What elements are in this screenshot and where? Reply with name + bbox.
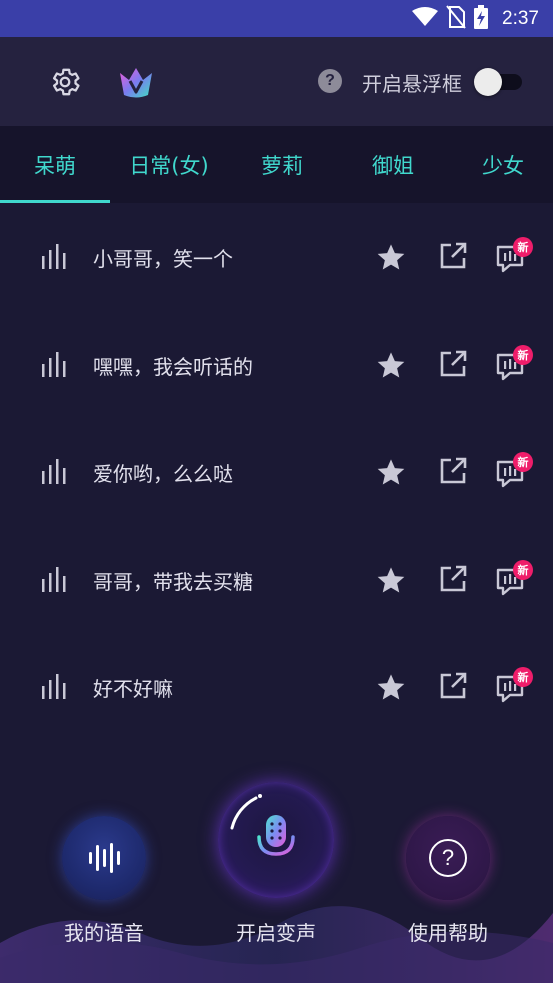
tab-loli[interactable]: 萝莉 (227, 126, 337, 203)
list-item[interactable]: 小哥哥，笑一个 新 (0, 203, 553, 311)
list-item[interactable]: 好不好嘛 新 (0, 633, 553, 741)
new-badge: 新 (513, 237, 533, 257)
my-voice-button[interactable] (62, 816, 146, 900)
voice-text: 小哥哥，笑一个 (93, 247, 233, 271)
status-icons: 2:37 (412, 5, 539, 33)
audio-bars-icon[interactable] (41, 566, 67, 593)
new-badge: 新 (513, 667, 533, 687)
list-item[interactable]: 哥哥，带我去买糖 新 (0, 526, 553, 634)
app-header: ? 开启悬浮框 (0, 37, 553, 126)
audio-bars-icon[interactable] (41, 674, 67, 700)
help-icon: ? (429, 839, 467, 877)
list-item[interactable]: 嘿嘿，我会听话的 新 (0, 311, 553, 419)
tab-shaonv[interactable]: 少女 (448, 126, 553, 203)
star-icon[interactable] (375, 456, 407, 488)
voice-wave-icon (89, 843, 120, 873)
usage-help-label: 使用帮助 (408, 921, 488, 945)
share-icon[interactable] (437, 455, 469, 487)
no-sim-icon (446, 5, 466, 33)
tab-label: 少女 (482, 153, 524, 178)
audio-bars-icon[interactable] (41, 459, 67, 485)
new-badge: 新 (513, 344, 533, 365)
tab-label: 日常(女) (129, 153, 209, 178)
tab-daimeng[interactable]: 呆萌 (0, 126, 110, 203)
list-item[interactable]: 爱你哟，么么哒 新 (0, 418, 553, 526)
new-badge: 新 (513, 559, 533, 580)
share-icon[interactable] (437, 348, 469, 380)
voice-text: 爱你哟，么么哒 (93, 462, 233, 486)
star-icon[interactable] (375, 349, 407, 381)
star-icon[interactable] (375, 671, 407, 703)
float-window-toggle[interactable] (474, 68, 522, 96)
tab-label: 萝莉 (261, 153, 303, 178)
float-window-label: 开启悬浮框 (362, 72, 462, 96)
status-bar: 2:37 (0, 0, 553, 37)
share-icon[interactable] (437, 240, 469, 272)
my-voice-label: 我的语音 (64, 921, 144, 945)
usage-help-button[interactable]: ? (406, 816, 490, 900)
star-icon[interactable] (375, 564, 407, 596)
voice-text: 嘿嘿，我会听话的 (93, 354, 253, 379)
wifi-icon (412, 7, 439, 31)
gear-icon[interactable] (46, 63, 84, 101)
category-tabs: 呆萌 日常(女) 萝莉 御姐 少女 (0, 126, 553, 203)
star-icon[interactable] (375, 241, 407, 273)
share-icon[interactable] (437, 670, 469, 702)
bottom-actions: 我的语音 开启变声 ? 使用帮助 (0, 760, 553, 983)
new-badge: 新 (513, 452, 533, 472)
start-voice-change-button[interactable] (218, 782, 334, 898)
tab-label: 御姐 (372, 153, 414, 178)
toggle-thumb (474, 68, 502, 96)
vip-crown-icon[interactable] (116, 62, 156, 102)
share-icon[interactable] (437, 563, 469, 595)
float-help-icon[interactable]: ? (318, 69, 342, 93)
battery-charging-icon (474, 5, 489, 33)
tab-label: 呆萌 (34, 153, 76, 178)
start-voice-change-label: 开启变声 (236, 921, 316, 945)
audio-bars-icon[interactable] (41, 244, 67, 270)
voice-text: 好不好嘛 (93, 677, 173, 701)
voice-text: 哥哥，带我去买糖 (93, 569, 253, 594)
audio-bars-icon[interactable] (41, 351, 67, 378)
status-time: 2:37 (502, 8, 539, 29)
tab-yujie[interactable]: 御姐 (338, 126, 448, 203)
voice-list: 小哥哥，笑一个 新 嘿嘿，我会听话的 新 爱你哟，么么哒 新 哥哥，带我去买糖 (0, 203, 553, 741)
tab-daily-female[interactable]: 日常(女) (114, 126, 224, 203)
progress-arc (230, 794, 262, 830)
